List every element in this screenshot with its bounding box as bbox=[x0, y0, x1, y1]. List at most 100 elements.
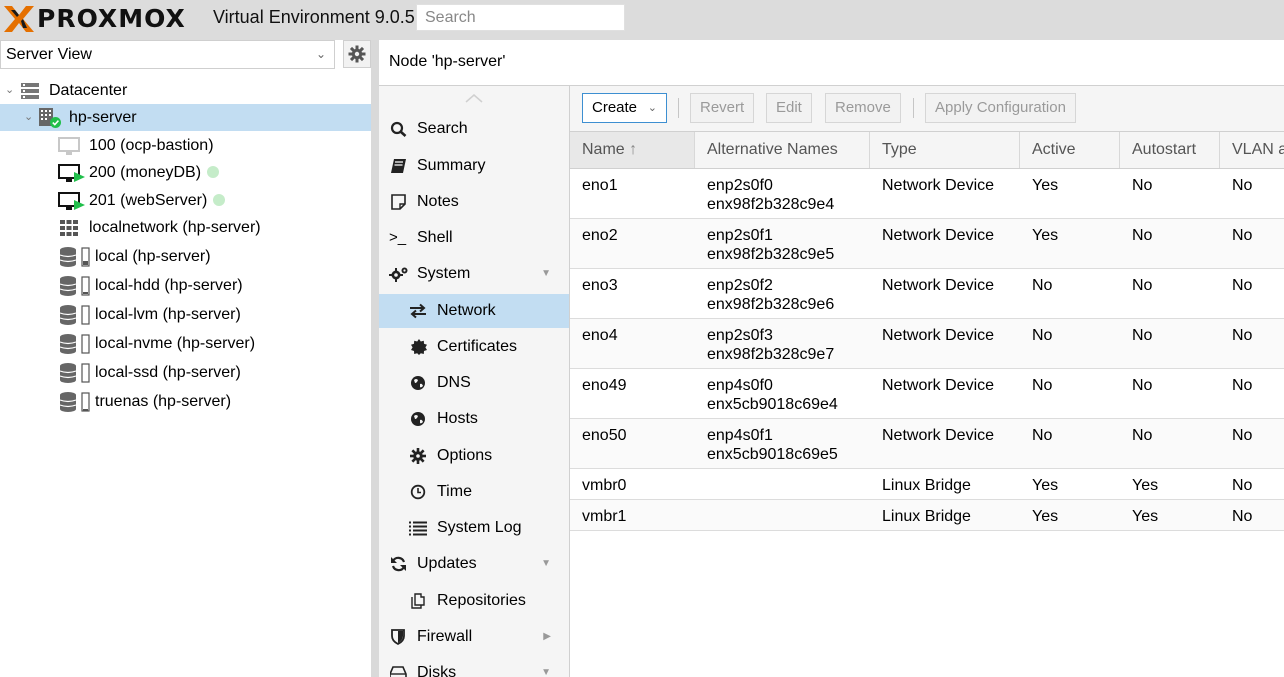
cell-name: eno1 bbox=[582, 177, 618, 194]
nav-item-label: Hosts bbox=[437, 410, 478, 427]
storage-icon bbox=[59, 276, 90, 296]
tree-item-datacenter[interactable]: ⌄ Datacenter bbox=[0, 77, 371, 104]
nav-item-shell[interactable]: >_ Shell bbox=[379, 221, 569, 255]
apply-configuration-button[interactable]: Apply Configuration bbox=[925, 93, 1076, 123]
create-button[interactable]: Create ⌄ bbox=[582, 93, 667, 123]
cell-autostart: No bbox=[1132, 427, 1153, 444]
storage-icon bbox=[59, 247, 90, 267]
cell-active: No bbox=[1032, 277, 1053, 294]
table-row[interactable]: eno49 enp4s0f0 enx5cb9018c69e4 Network Devi… bbox=[570, 369, 1284, 419]
brand-name: PROXMOX bbox=[37, 4, 186, 33]
alternative-name: enx98f2b328c9e5 bbox=[707, 246, 835, 263]
resource-tree-panel: Server View ⌄ ⌄ Datacenter ⌄ hp-server 1… bbox=[0, 40, 371, 677]
table-row[interactable]: eno3 enp2s0f2 enx98f2b328c9e6 Network Devic… bbox=[570, 269, 1284, 319]
proxmox-logo[interactable]: PROXMOX bbox=[2, 4, 186, 34]
revert-button[interactable]: Revert bbox=[690, 93, 755, 123]
cell-alternative-names: enp4s0f1 enx5cb9018c69e5 bbox=[707, 426, 838, 464]
cell-alternative-names: enp2s0f3 enx98f2b328c9e7 bbox=[707, 326, 834, 364]
column-header-type[interactable]: Type bbox=[870, 132, 1020, 168]
nav-item-label: Firewall bbox=[417, 628, 473, 645]
global-search-input[interactable] bbox=[416, 4, 625, 31]
nav-item-hosts[interactable]: Hosts bbox=[379, 402, 569, 436]
note-icon bbox=[391, 194, 406, 210]
cell-vlan: No bbox=[1232, 277, 1253, 294]
cell-vlan: No bbox=[1232, 327, 1253, 344]
cell-type: Network Device bbox=[882, 277, 995, 294]
view-selector[interactable]: Server View ⌄ bbox=[0, 40, 335, 69]
column-header-vlan-aware[interactable]: VLAN a bbox=[1220, 132, 1284, 168]
table-row[interactable]: vmbr1 Linux Bridge Yes Yes No bbox=[570, 500, 1284, 531]
table-row[interactable]: eno2 enp2s0f1 enx98f2b328c9e5 Network Devic… bbox=[570, 219, 1284, 269]
cell-autostart: Yes bbox=[1132, 477, 1159, 494]
scroll-up-icon[interactable] bbox=[464, 92, 484, 104]
tree-item-storage-truenas[interactable]: truenas (hp-server) bbox=[0, 388, 371, 415]
tree-item-vm-200[interactable]: 200 (moneyDB) bbox=[0, 159, 371, 186]
datacenter-icon bbox=[21, 83, 39, 99]
tree-item-storage-local-lvm[interactable]: local-lvm (hp-server) bbox=[0, 301, 371, 328]
server-node-icon bbox=[39, 108, 61, 128]
network-toolbar: Create ⌄ Revert Edit Remove Apply Config… bbox=[570, 86, 1284, 132]
cell-name: eno4 bbox=[582, 327, 618, 344]
gear-icon bbox=[410, 448, 426, 464]
nav-item-firewall[interactable]: Firewall ▶ bbox=[379, 620, 569, 654]
tree-item-storage-local-nvme[interactable]: local-nvme (hp-server) bbox=[0, 330, 371, 357]
chevron-right-icon[interactable]: ▶ bbox=[543, 620, 551, 654]
tree-item-label: local-lvm (hp-server) bbox=[95, 306, 241, 323]
collapse-chevron-icon[interactable]: ⌄ bbox=[24, 104, 33, 131]
tree-settings-button[interactable] bbox=[343, 40, 371, 68]
tree-item-vm-100[interactable]: 100 (ocp-bastion) bbox=[0, 132, 371, 159]
column-header-alternative-names[interactable]: Alternative Names bbox=[695, 132, 870, 168]
cell-active: No bbox=[1032, 427, 1053, 444]
hdd-icon bbox=[390, 666, 407, 677]
chevron-down-icon[interactable]: ▼ bbox=[541, 547, 551, 581]
cell-name: eno49 bbox=[582, 377, 627, 394]
alternative-name: enx98f2b328c9e7 bbox=[707, 346, 835, 363]
cell-type: Linux Bridge bbox=[882, 477, 971, 494]
cell-autostart: No bbox=[1132, 177, 1153, 194]
remove-button[interactable]: Remove bbox=[825, 93, 901, 123]
nav-item-time[interactable]: Time bbox=[379, 475, 569, 509]
nav-item-options[interactable]: Options bbox=[379, 439, 569, 473]
panel-splitter[interactable] bbox=[371, 40, 379, 677]
globe-icon bbox=[411, 412, 425, 426]
tree-item-localnetwork[interactable]: localnetwork (hp-server) bbox=[0, 214, 371, 241]
column-header-autostart[interactable]: Autostart bbox=[1120, 132, 1220, 168]
storage-icon bbox=[59, 363, 90, 383]
cell-alternative-names: enp2s0f2 enx98f2b328c9e6 bbox=[707, 276, 834, 314]
cell-type: Network Device bbox=[882, 377, 995, 394]
nav-item-network[interactable]: Network bbox=[379, 294, 569, 328]
nav-item-certificates[interactable]: Certificates bbox=[379, 330, 569, 364]
nav-item-notes[interactable]: Notes bbox=[379, 185, 569, 219]
certificate-icon bbox=[411, 339, 427, 355]
alternative-name: enx5cb9018c69e4 bbox=[707, 396, 838, 413]
cell-autostart: No bbox=[1132, 277, 1153, 294]
nav-item-summary[interactable]: Summary bbox=[379, 149, 569, 183]
table-row[interactable]: eno1 enp2s0f0 enx98f2b328c9e4 Network Devic… bbox=[570, 169, 1284, 219]
nav-item-system[interactable]: System ▼ bbox=[379, 257, 569, 291]
nav-item-label: Notes bbox=[417, 193, 459, 210]
nav-item-dns[interactable]: DNS bbox=[379, 366, 569, 400]
tree-item-hp-server[interactable]: ⌄ hp-server bbox=[0, 104, 371, 131]
nav-item-disks[interactable]: Disks ▼ bbox=[379, 656, 569, 677]
view-selector-value: Server View bbox=[6, 46, 92, 63]
collapse-chevron-icon[interactable]: ⌄ bbox=[5, 77, 14, 104]
nav-item-system-log[interactable]: System Log bbox=[379, 511, 569, 545]
nav-item-search[interactable]: Search bbox=[379, 112, 569, 146]
nav-item-repositories[interactable]: Repositories bbox=[379, 584, 569, 618]
nav-item-updates[interactable]: Updates ▼ bbox=[379, 547, 569, 581]
column-header-name[interactable]: Name ↑ bbox=[570, 132, 695, 168]
table-row[interactable]: vmbr0 Linux Bridge Yes Yes No bbox=[570, 469, 1284, 500]
refresh-icon bbox=[391, 556, 406, 572]
tree-item-storage-local[interactable]: local (hp-server) bbox=[0, 243, 371, 270]
gear-icon bbox=[348, 45, 366, 63]
tree-item-storage-local-hdd[interactable]: local-hdd (hp-server) bbox=[0, 272, 371, 299]
tree-item-storage-local-ssd[interactable]: local-ssd (hp-server) bbox=[0, 359, 371, 386]
chevron-down-icon[interactable]: ▼ bbox=[541, 257, 551, 291]
cell-active: No bbox=[1032, 327, 1053, 344]
table-row[interactable]: eno50 enp4s0f1 enx5cb9018c69e5 Network Devi… bbox=[570, 419, 1284, 469]
tree-item-vm-201[interactable]: 201 (webServer) bbox=[0, 187, 371, 214]
chevron-down-icon[interactable]: ▼ bbox=[541, 656, 551, 677]
table-row[interactable]: eno4 enp2s0f3 enx98f2b328c9e7 Network Devic… bbox=[570, 319, 1284, 369]
column-header-active[interactable]: Active bbox=[1020, 132, 1120, 168]
edit-button[interactable]: Edit bbox=[766, 93, 812, 123]
